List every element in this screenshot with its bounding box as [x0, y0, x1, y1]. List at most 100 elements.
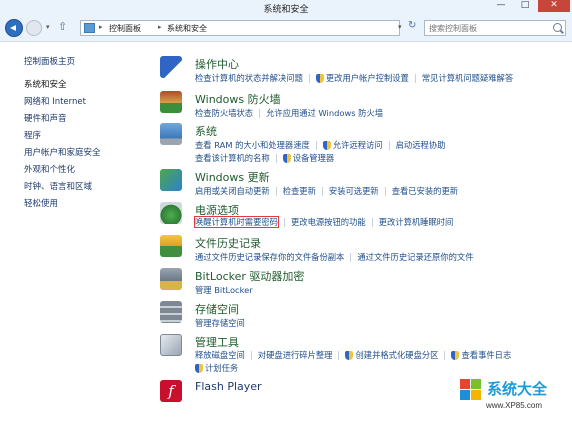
divider: [321, 187, 323, 196]
task-link[interactable]: 检查防火墙状态: [195, 108, 253, 118]
search-input[interactable]: [425, 21, 545, 35]
address-bar[interactable]: ▸ 控制面板 ▸ 系统和安全: [80, 20, 400, 36]
main-content: 操作中心 检查计算机的状态并解决问题 更改用户帐户控制设置 常见计算机问题疑难解答 …: [150, 43, 572, 425]
breadcrumb-system-security[interactable]: 系统和安全: [167, 23, 207, 34]
divider: [338, 351, 340, 360]
task-link[interactable]: 查看 RAM 的大小和处理器速度: [195, 140, 310, 150]
file-history-icon: [160, 235, 182, 257]
task-link[interactable]: 通过文件历史记录保存你的文件备份副本: [195, 252, 344, 262]
uac-shield-icon: [315, 74, 324, 83]
divider: [283, 218, 285, 227]
divider: [308, 74, 310, 83]
task-link[interactable]: 启用或关闭自动更新: [195, 186, 270, 196]
up-arrow-icon[interactable]: ⇧: [58, 20, 67, 33]
task-link[interactable]: 更改电源按钮的功能: [291, 217, 366, 227]
navigation-bar: ▾ ⇧ ▸ 控制面板 ▸ 系统和安全 ▾ ↻: [0, 14, 572, 42]
sidebar-item-appearance[interactable]: 外观和个性化: [24, 163, 75, 175]
task-link[interactable]: 管理 BitLocker: [195, 285, 253, 295]
task-link[interactable]: 查看该计算机的名称: [195, 153, 270, 163]
task-link[interactable]: 常见计算机问题疑难解答: [422, 73, 513, 83]
sidebar-item-programs[interactable]: 程序: [24, 129, 41, 141]
category-title[interactable]: 存储空间: [195, 301, 239, 317]
task-link[interactable]: 通过文件历史记录还原你的文件: [357, 252, 473, 262]
category-title[interactable]: 操作中心: [195, 56, 239, 72]
action-center-flag-icon: [160, 56, 182, 78]
watermark-text: 系统大全: [487, 381, 548, 398]
task-link[interactable]: 更改计算机睡眠时间: [379, 217, 454, 227]
category-title[interactable]: Windows 更新: [195, 169, 270, 185]
breadcrumb-separator: ▸: [99, 23, 103, 31]
category-links: 启用或关闭自动更新 检查更新 安装可选更新 查看已安装的更新: [195, 185, 458, 197]
maximize-button[interactable]: □: [514, 0, 536, 12]
watermark-logo: [460, 379, 482, 401]
sidebar-item-hardware[interactable]: 硬件和声音: [24, 112, 67, 124]
divider: [275, 154, 277, 163]
task-link[interactable]: 计划任务: [205, 363, 238, 373]
back-button[interactable]: [5, 19, 23, 37]
sidebar-item-home[interactable]: 控制面板主页: [24, 55, 75, 67]
category-title[interactable]: 系统: [195, 123, 217, 139]
sidebar-item-clock-region[interactable]: 时钟、语言和区域: [24, 180, 92, 192]
search-icon[interactable]: [553, 23, 562, 32]
category-links: 检查防火墙状态 允许应用通过 Windows 防火墙: [195, 107, 383, 119]
search-box[interactable]: [424, 20, 566, 36]
admin-tools-icon: [160, 334, 182, 356]
task-link[interactable]: 创建并格式化硬盘分区: [355, 350, 438, 360]
uac-shield-icon: [345, 351, 354, 360]
category-links: 管理存储空间: [195, 317, 245, 329]
firewall-icon: [160, 91, 182, 113]
refresh-icon[interactable]: ↻: [408, 20, 416, 31]
task-link[interactable]: 启动远程协助: [396, 140, 446, 150]
divider: [250, 351, 252, 360]
task-link[interactable]: 安装可选更新: [329, 186, 379, 196]
divider: [315, 141, 317, 150]
require-password-on-wakeup-link[interactable]: 唤醒计算机时需要密码: [194, 216, 279, 228]
sidebar-item-network[interactable]: 网络和 Internet: [24, 95, 86, 107]
uac-shield-icon: [451, 351, 460, 360]
task-link[interactable]: 释放磁盘空间: [195, 350, 245, 360]
category-title[interactable]: Flash Player: [195, 380, 262, 393]
uac-shield-icon: [322, 141, 331, 150]
forward-button[interactable]: [26, 20, 42, 36]
logo-square: [471, 379, 481, 389]
sidebar-item-system-security[interactable]: 系统和安全: [24, 78, 67, 90]
category-title[interactable]: 文件历史记录: [195, 235, 261, 251]
windows-update-icon: [160, 169, 182, 191]
sidebar-item-ease-of-access[interactable]: 轻松使用: [24, 197, 58, 209]
breadcrumb-control-panel[interactable]: 控制面板: [109, 23, 141, 34]
breadcrumb-separator: ▸: [158, 23, 162, 31]
bitlocker-icon: [160, 268, 182, 290]
close-button[interactable]: ✕: [538, 0, 570, 12]
system-computer-icon: [160, 123, 182, 145]
divider: [414, 74, 416, 83]
watermark-url: www.XP85.com: [486, 401, 543, 410]
task-link[interactable]: 允许远程访问: [333, 140, 383, 150]
category-links: 计划任务: [195, 362, 238, 374]
logo-square: [471, 390, 481, 400]
divider: [259, 109, 261, 118]
divider: [275, 187, 277, 196]
task-link[interactable]: 管理存储空间: [195, 318, 245, 328]
category-links: 查看 RAM 的大小和处理器速度 允许远程访问 启动远程协助: [195, 139, 445, 151]
divider: [444, 351, 446, 360]
address-dropdown[interactable]: ▾: [398, 23, 402, 31]
category-title[interactable]: BitLocker 驱动器加密: [195, 268, 304, 284]
task-link[interactable]: 允许应用通过 Windows 防火墙: [266, 108, 383, 118]
task-link[interactable]: 检查更新: [283, 186, 316, 196]
task-link[interactable]: 对硬盘进行碎片整理: [258, 350, 333, 360]
sidebar: 控制面板主页 系统和安全 网络和 Internet 硬件和声音 程序 用户帐户和…: [0, 43, 150, 425]
logo-square: [460, 379, 470, 389]
task-link[interactable]: 检查计算机的状态并解决问题: [195, 73, 303, 83]
uac-shield-icon: [195, 364, 203, 373]
sidebar-item-user-accounts[interactable]: 用户帐户和家庭安全: [24, 146, 101, 158]
flash-player-icon: f: [160, 380, 182, 402]
recent-pages-dropdown[interactable]: ▾: [46, 23, 50, 31]
task-link[interactable]: 更改用户帐户控制设置: [326, 73, 409, 83]
task-link[interactable]: 查看事件日志: [461, 350, 511, 360]
category-title[interactable]: Windows 防火墙: [195, 91, 281, 107]
category-title[interactable]: 管理工具: [195, 334, 239, 350]
task-link[interactable]: 设备管理器: [293, 153, 335, 163]
task-link[interactable]: 查看已安装的更新: [392, 186, 458, 196]
category-links: 管理 BitLocker: [195, 284, 253, 296]
minimize-button[interactable]: —: [490, 0, 512, 12]
